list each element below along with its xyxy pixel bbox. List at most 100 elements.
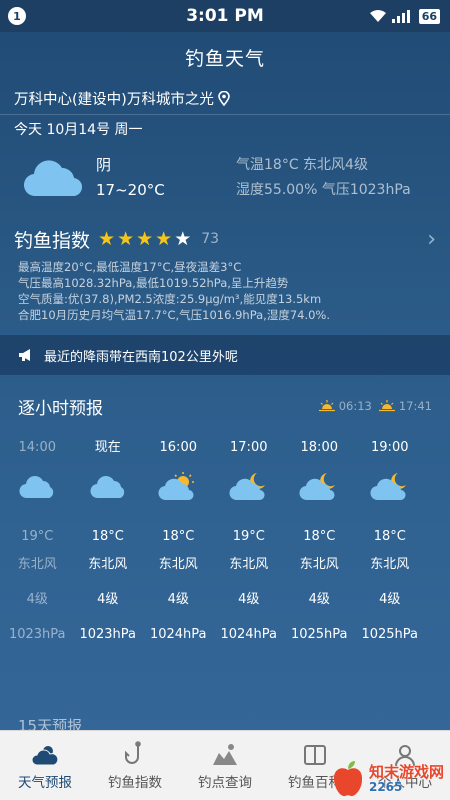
sunrise: 06:13 <box>318 399 372 413</box>
megaphone-icon <box>19 349 30 361</box>
weather-icon <box>32 741 58 767</box>
star-filled-icon: ★ <box>155 227 173 250</box>
notification-badge: 1 <box>8 7 26 25</box>
chevron-right-icon[interactable]: › <box>427 227 436 252</box>
hour-wind-dir: 东北风 <box>88 557 128 572</box>
apple-logo-icon <box>333 761 363 797</box>
today-condition: 阴 <box>96 156 112 174</box>
rain-notice[interactable]: 最近的降雨带在西南102公里外呢 <box>0 335 450 375</box>
hour-pressure: 1023hPa <box>79 627 137 642</box>
rating-stars: ★ ★ ★ ★ ★ <box>98 227 192 250</box>
hour-temp: 18°C <box>373 529 406 544</box>
hour-column: 19:00 18°C 东北风 4级 1025hPa <box>355 437 426 652</box>
hour-temp: 18°C <box>91 529 124 544</box>
detail-line: 气压最高1028.32hPa,最低1019.52hPa,呈上升趋势 <box>18 276 289 290</box>
sun-times: 06:13 17:41 <box>318 399 432 413</box>
hour-wind-level: 4级 <box>167 592 189 607</box>
moon-cloud-icon <box>299 459 339 515</box>
fishing-index-title: 钓鱼指数 <box>14 229 91 252</box>
hour-wind-level: 4级 <box>238 592 260 607</box>
tab-weather[interactable]: 天气预报 <box>0 731 90 800</box>
hour-temp: 19°C <box>232 529 265 544</box>
watermark-sub: 2265 <box>368 780 403 794</box>
hour-wind-dir: 东北风 <box>17 557 57 572</box>
hour-pressure: 1025hPa <box>361 627 419 642</box>
cloud-icon <box>89 459 127 515</box>
status-time: 3:01 PM <box>186 6 264 26</box>
tab-map-spot[interactable]: 钓点查询 <box>180 731 270 800</box>
hour-wind-level: 4级 <box>26 592 48 607</box>
detail-line: 空气质量:优(37.8),PM2.5浓度:25.9μg/m³,能见度13.5km <box>18 292 322 306</box>
hour-time: 14:00 <box>18 440 56 455</box>
hour-time: 17:00 <box>230 440 268 455</box>
hour-pressure: 1024hPa <box>149 627 207 642</box>
next-section-title: 15天预报 <box>18 717 83 732</box>
hour-wind-dir: 东北风 <box>158 557 198 572</box>
hour-pressure: 1025hPa <box>290 627 348 642</box>
today-summary: 阴 17~20°C 气温18°C 东北风4级 湿度55.00% 气压1023hP… <box>0 145 450 211</box>
star-filled-icon: ★ <box>136 227 154 250</box>
sunset-time: 17:41 <box>398 399 432 413</box>
watermark: 知末游戏网 2265 <box>331 760 444 798</box>
hour-time: 16:00 <box>159 440 197 455</box>
hour-wind-level: 4级 <box>379 592 401 607</box>
sunset-icon <box>378 400 395 412</box>
hour-pressure: 1024hPa <box>220 627 278 642</box>
map-spot-icon <box>211 741 239 767</box>
cloud-icon <box>23 160 83 197</box>
hour-temp: 19°C <box>21 529 54 544</box>
fishing-index-score: 73 <box>201 231 220 247</box>
app-title: 钓鱼天气 <box>184 48 265 70</box>
tab-fishhook[interactable]: 钓鱼指数 <box>90 731 180 800</box>
hour-column: 14:00 19°C 东北风 4级 1023hPa <box>2 437 73 652</box>
location-pin-icon <box>218 90 230 106</box>
signal-icon <box>391 10 410 23</box>
tab-label: 天气预报 <box>18 774 72 791</box>
tab-label: 钓点查询 <box>198 774 252 791</box>
location-name: 万科中心(建设中)万科城市之光 <box>14 91 214 108</box>
wifi-icon <box>369 10 386 22</box>
detail-line: 合肥10月历史月均气温17.7°C,气压1016.9hPa,湿度74.0%. <box>18 308 331 322</box>
sun-cloud-icon <box>158 459 198 515</box>
battery-icon: 66 <box>418 8 440 24</box>
cloud-icon <box>18 459 56 515</box>
today-temp-range: 17~20°C <box>96 181 165 199</box>
hour-temp: 18°C <box>162 529 195 544</box>
hour-wind-dir: 东北风 <box>229 557 269 572</box>
hour-column: 16:00 18°C 东北风 4级 1024hPa <box>143 437 214 652</box>
fishing-details: 最高温度20°C,最低温度17°C,昼夜温差3°C 气压最高1028.32hPa… <box>0 259 450 323</box>
hour-time: 19:00 <box>371 440 409 455</box>
book-icon <box>302 741 328 767</box>
hour-column: 现在 18°C 东北风 4级 1023hPa <box>73 437 144 652</box>
hour-wind-dir: 东北风 <box>299 557 339 572</box>
hour-wind-level: 4级 <box>97 592 119 607</box>
status-icons: 66 <box>369 8 440 24</box>
hour-pressure: 1023hPa <box>8 627 66 642</box>
today-humidity-pressure: 湿度55.00% 气压1023hPa <box>236 182 411 198</box>
hour-time: 18:00 <box>300 440 338 455</box>
tab-label: 钓鱼指数 <box>108 774 162 791</box>
today-temp-wind: 气温18°C 东北风4级 <box>236 157 368 173</box>
rain-notice-text: 最近的降雨带在西南102公里外呢 <box>44 349 238 365</box>
hour-column: 18:00 18°C 东北风 4级 1025hPa <box>284 437 355 652</box>
fishhook-icon <box>124 740 146 767</box>
star-empty-icon: ★ <box>174 227 192 250</box>
hour-column: 17:00 19°C 东北风 4级 1024hPa <box>214 437 285 652</box>
hourly-title: 逐小时预报 <box>18 398 103 419</box>
hour-temp: 18°C <box>303 529 336 544</box>
moon-cloud-icon <box>370 459 410 515</box>
detail-line: 最高温度20°C,最低温度17°C,昼夜温差3°C <box>18 260 242 274</box>
star-filled-icon: ★ <box>98 227 116 250</box>
hour-wind-dir: 东北风 <box>370 557 410 572</box>
hour-time: 现在 <box>94 440 121 455</box>
sunrise-time: 06:13 <box>338 399 372 413</box>
watermark-text: 知末游戏网 <box>368 763 444 781</box>
moon-cloud-icon <box>229 459 269 515</box>
status-bar: 1 3:01 PM 66 <box>0 0 450 32</box>
hourly-header: 逐小时预报 06:13 17:41 <box>0 379 450 433</box>
sunset: 17:41 <box>378 399 432 413</box>
location-row[interactable]: 万科中心(建设中)万科城市之光 <box>0 82 450 114</box>
hourly-list[interactable]: 14:00 19°C 东北风 4级 1023hPa 现在 18°C 东北风 4级 1023hPa 1… <box>0 437 450 652</box>
fishing-index-row[interactable]: 钓鱼指数 ★ ★ ★ ★ ★ 73 › <box>0 219 450 259</box>
today-date: 今天 10月14号 周一 <box>14 122 143 138</box>
